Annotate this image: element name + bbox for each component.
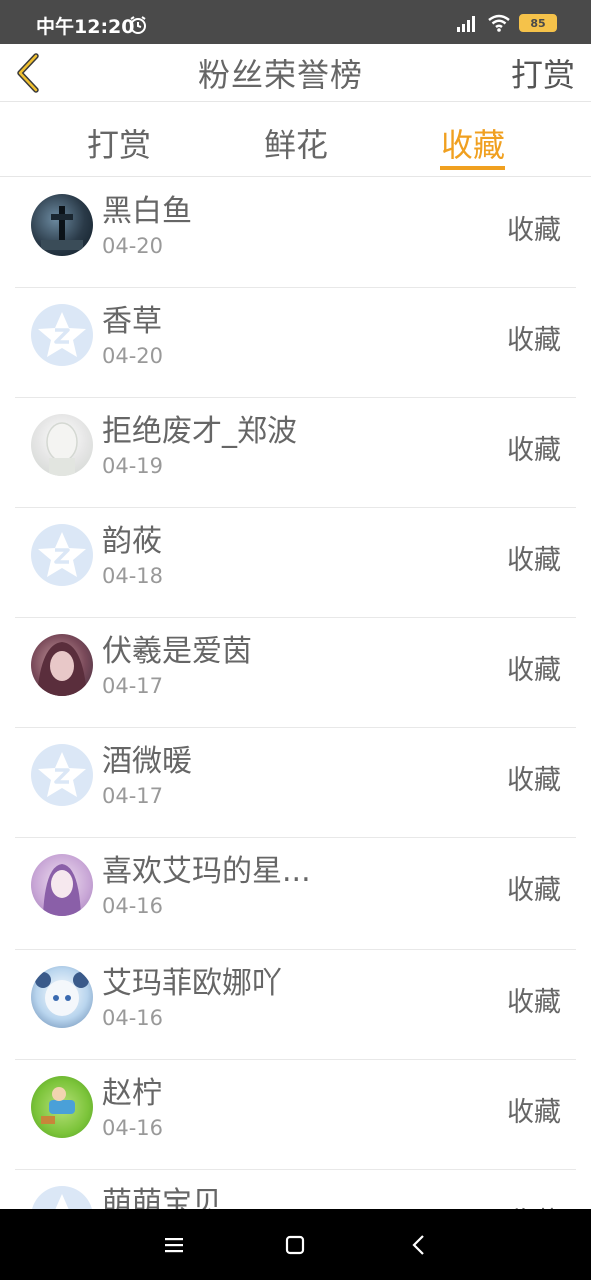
fan-date: 04-18 [102,564,164,588]
avatar [31,194,93,256]
fan-date: 04-16 [102,1116,164,1140]
page-title: 粉丝荣誉榜 [197,56,363,94]
alarm-icon [130,16,146,34]
signal-icon [457,16,475,32]
default-avatar-icon [38,532,86,577]
system-nav-bar [0,1209,591,1280]
fan-name: 赵柠 [102,1076,162,1111]
list-item[interactable]: 艾玛菲欧娜吖 04-16 收藏 [15,950,576,1060]
fan-date: 04-20 [102,344,164,368]
fan-date: 04-17 [102,674,164,698]
avatar [31,744,93,806]
avatar-image [43,864,81,916]
fan-action: 收藏 [507,875,561,906]
fan-date: 04-16 [102,1006,164,1030]
list-item[interactable]: 酒微暖 04-17 收藏 [15,728,576,838]
list-item[interactable]: 韵莜 04-18 收藏 [15,508,576,618]
avatar [31,524,93,586]
avatar [31,304,93,366]
back-icon[interactable] [405,1231,433,1259]
menu-icon[interactable] [160,1231,188,1259]
default-avatar-icon [38,312,86,357]
fan-action: 收藏 [507,215,561,246]
avatar [31,854,93,916]
fan-date: 04-20 [102,234,164,258]
status-time: 中午12:20 [36,16,135,38]
avatar [31,1076,93,1138]
fan-name: 酒微暖 [102,744,192,779]
avatar [31,634,93,696]
avatar-image [41,206,83,250]
tab-active-indicator [440,166,505,170]
battery-icon: 85 [519,14,557,32]
avatar-image [35,972,89,1016]
avatar [31,414,93,476]
fan-name: 艾玛菲欧娜吖 [102,966,282,1001]
fan-name: 拒绝废才_郑波 [102,414,297,449]
list-item[interactable]: 伏羲是爱茵 04-17 收藏 [15,618,576,728]
battery-level: 85 [530,16,546,30]
fan-action: 收藏 [507,987,561,1018]
fan-date: 04-17 [102,784,164,808]
avatar-image [46,422,78,476]
default-avatar-icon [38,752,86,797]
tab-reward[interactable]: 打赏 [87,120,151,166]
list-item[interactable]: 喜欢艾玛的星... 04-16 收藏 [15,838,576,950]
list-item[interactable]: 拒绝废才_郑波 04-19 收藏 [15,398,576,508]
list-item[interactable]: 赵柠 04-16 收藏 [15,1060,576,1170]
avatar-image [37,642,87,696]
fan-action: 收藏 [507,765,561,796]
fan-action: 收藏 [507,545,561,576]
reward-button[interactable]: 打赏 [511,50,575,96]
header: 粉丝荣誉榜 打赏 [0,44,591,102]
fan-date: 04-16 [102,894,164,918]
avatar [31,966,93,1028]
fan-action: 收藏 [507,655,561,686]
list-item[interactable]: 黑白鱼 04-20 收藏 [15,178,576,288]
fan-action: 收藏 [507,435,561,466]
fan-name: 伏羲是爱茵 [102,634,252,669]
avatar-image [41,1087,75,1124]
tab-flowers[interactable]: 鲜花 [264,120,328,166]
fan-list: 黑白鱼 04-20 收藏 香草 04-20 收藏 拒绝废才_郑波 04-19 收… [0,178,591,1280]
fan-name: 香草 [102,304,162,339]
status-icons: 85 [455,12,557,34]
fan-action: 收藏 [507,1097,561,1128]
fan-date: 04-19 [102,454,164,478]
fan-name: 喜欢艾玛的星... [102,854,311,889]
home-icon[interactable] [281,1231,309,1259]
status-bar: 中午12:20 85 [0,0,591,44]
fan-name: 黑白鱼 [102,194,192,229]
tab-favorites[interactable]: 收藏 [441,120,505,166]
fan-action: 收藏 [507,325,561,356]
list-item[interactable]: 香草 04-20 收藏 [15,288,576,398]
wifi-icon [488,14,510,32]
fan-name: 韵莜 [102,524,162,559]
